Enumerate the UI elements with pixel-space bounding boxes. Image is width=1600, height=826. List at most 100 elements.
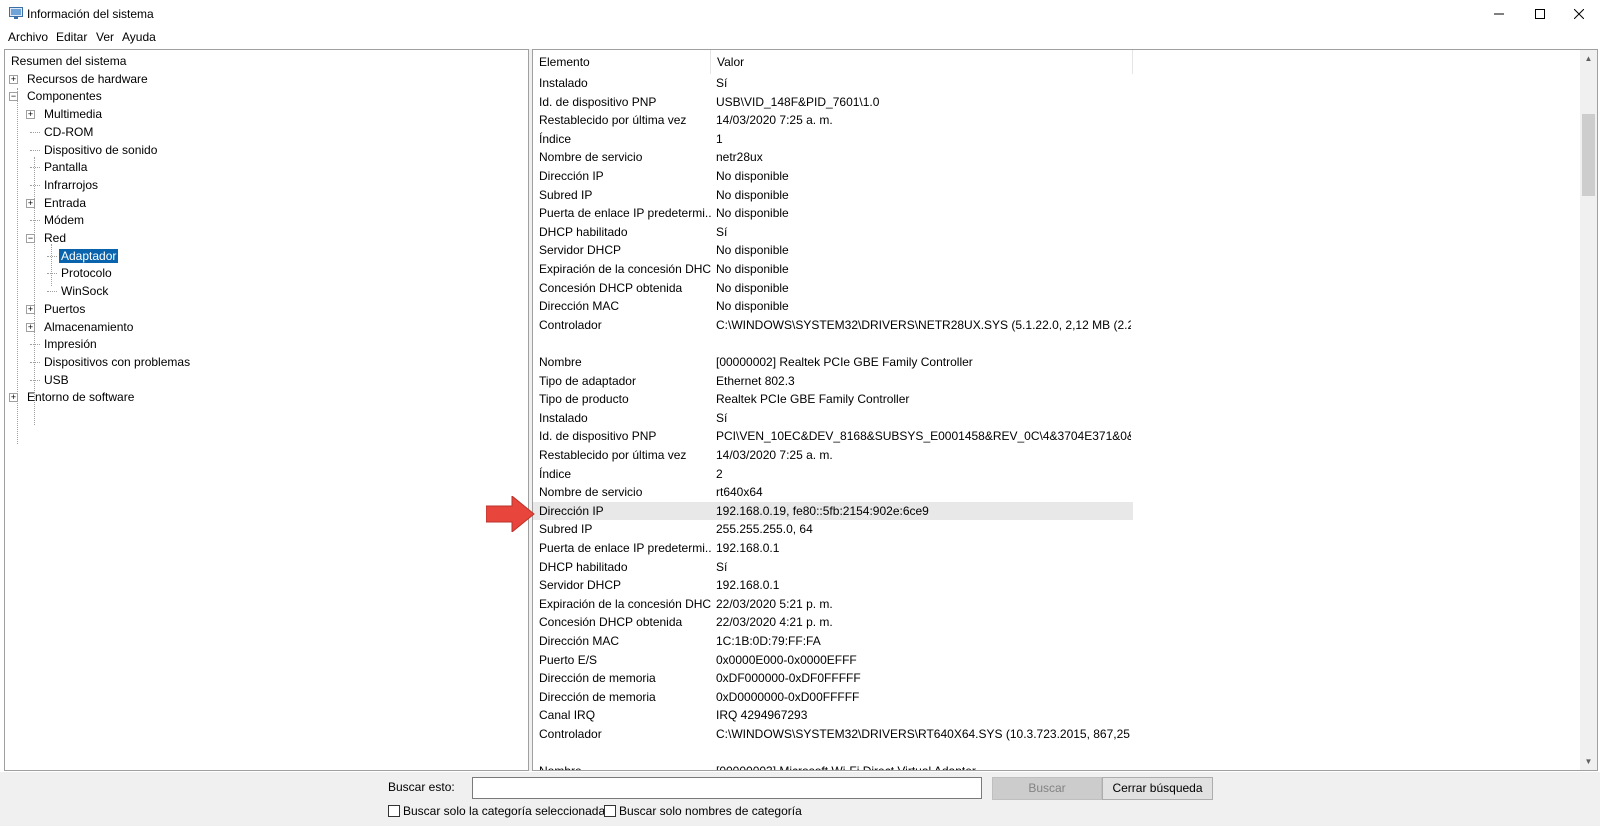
tree-item[interactable]: Impresión: [30, 336, 99, 353]
value-cell: Sí: [716, 224, 728, 239]
search-names-checkbox[interactable]: Buscar solo nombres de categoría: [604, 803, 802, 819]
detail-row[interactable]: Subred IP 255.255.255.0, 64: [533, 520, 1597, 538]
detail-row[interactable]: Concesión DHCP obtenida No disponible: [533, 279, 1597, 297]
search-panel: Buscar esto: Buscar Cerrar búsqueda Busc…: [0, 772, 1600, 826]
tree-item[interactable]: Resumen del sistema: [9, 53, 128, 70]
tree-item[interactable]: + Entrada: [26, 195, 88, 212]
tree-item[interactable]: Dispositivos con problemas: [30, 354, 192, 371]
detail-row[interactable]: Nombre [00000003] Microsoft Wi-Fi Direct …: [533, 762, 1597, 770]
tree-item[interactable]: − Red: [26, 230, 68, 247]
expand-icon[interactable]: +: [26, 198, 35, 208]
detail-row[interactable]: Controlador C:\WINDOWS\SYSTEM32\DRIVERS\N…: [533, 316, 1597, 334]
detail-row[interactable]: Puerta de enlace IP predetermi... No disp…: [533, 204, 1597, 222]
expand-icon[interactable]: +: [26, 322, 35, 332]
tree-item[interactable]: CD-ROM: [30, 124, 95, 141]
element-cell: Índice: [539, 131, 572, 146]
detail-row[interactable]: [533, 744, 1597, 762]
value-cell: 255.255.255.0, 64: [716, 522, 813, 537]
value-cell: No disponible: [716, 280, 789, 295]
detail-row[interactable]: Instalado Sí: [533, 409, 1597, 427]
detail-row[interactable]: Controlador C:\WINDOWS\SYSTEM32\DRIVERS\R…: [533, 725, 1597, 743]
expand-icon[interactable]: +: [9, 393, 18, 403]
detail-row[interactable]: Dirección MAC No disponible: [533, 297, 1597, 315]
detail-row[interactable]: Canal IRQ IRQ 4294967293: [533, 706, 1597, 724]
detail-row[interactable]: DHCP habilitado Sí: [533, 558, 1597, 576]
detail-row[interactable]: Dirección MAC 1C:1B:0D:79:FF:FA: [533, 632, 1597, 650]
value-cell: No disponible: [716, 299, 789, 314]
menu-archivo[interactable]: Archivo: [8, 30, 48, 44]
element-cell: Subred IP: [539, 187, 593, 202]
tree-item[interactable]: Infrarrojos: [30, 177, 100, 194]
detail-row[interactable]: Id. de dispositivo PNP USB\VID_148F&PID_7…: [533, 93, 1597, 111]
detail-row[interactable]: Tipo de adaptador Ethernet 802.3: [533, 372, 1597, 390]
detail-row[interactable]: Dirección de memoria 0xDF000000-0xDF0FFFF…: [533, 669, 1597, 687]
search-category-checkbox[interactable]: Buscar solo la categoría seleccionada: [388, 803, 605, 819]
search-input[interactable]: [472, 777, 982, 799]
detail-row[interactable]: Restablecido por última vez 14/03/2020 7:…: [533, 111, 1597, 129]
collapse-icon[interactable]: −: [9, 92, 18, 102]
detail-row[interactable]: Expiración de la concesión DHCP No dispon…: [533, 260, 1597, 278]
column-header-value[interactable]: Valor: [711, 50, 1133, 74]
close-button[interactable]: [1556, 0, 1600, 28]
detail-row[interactable]: Id. de dispositivo PNP PCI\VEN_10EC&DEV_8…: [533, 427, 1597, 445]
detail-row[interactable]: Restablecido por última vez 14/03/2020 7:…: [533, 446, 1597, 464]
tree-item[interactable]: + Entorno de software: [9, 389, 136, 406]
column-header-element[interactable]: Elemento: [533, 50, 711, 74]
detail-row[interactable]: Índice 1: [533, 130, 1597, 148]
detail-row[interactable]: Dirección IP No disponible: [533, 167, 1597, 185]
element-cell: Concesión DHCP obtenida: [539, 280, 683, 295]
detail-row[interactable]: [533, 334, 1597, 352]
detail-row[interactable]: Servidor DHCP 192.168.0.1: [533, 576, 1597, 594]
detail-row[interactable]: Concesión DHCP obtenida 22/03/2020 4:21 p…: [533, 613, 1597, 631]
category-tree[interactable]: Resumen del sistema + Recursos de hardware…: [4, 49, 529, 771]
detail-row[interactable]: Subred IP No disponible: [533, 186, 1597, 204]
detail-row[interactable]: Índice 2: [533, 465, 1597, 483]
tree-item[interactable]: − Componentes: [9, 88, 104, 105]
tree-item[interactable]: + Recursos de hardware: [9, 71, 150, 88]
minimize-button[interactable]: [1476, 0, 1522, 28]
scroll-down-icon[interactable]: ▼: [1580, 753, 1597, 770]
detail-row[interactable]: Nombre [00000002] Realtek PCIe GBE Family…: [533, 353, 1597, 371]
tree-item[interactable]: + Puertos: [26, 301, 87, 318]
expand-icon[interactable]: +: [26, 110, 35, 120]
tree-item-label: Entrada: [44, 195, 87, 210]
tree-item[interactable]: Protocolo: [47, 265, 114, 282]
tree-item[interactable]: Módem: [30, 212, 86, 229]
detail-row[interactable]: Instalado Sí: [533, 74, 1597, 92]
tree-item-label: Componentes: [27, 89, 102, 104]
find-button[interactable]: Buscar: [992, 777, 1102, 800]
detail-row[interactable]: Dirección de memoria 0xD0000000-0xD00FFFF…: [533, 688, 1597, 706]
vertical-scrollbar[interactable]: ▲ ▼: [1580, 50, 1597, 770]
menu-ver[interactable]: Ver: [96, 30, 114, 44]
detail-row[interactable]: Nombre de servicio rt640x64: [533, 483, 1597, 501]
details-list[interactable]: Elemento Valor Instalado Sí Id. de disposi…: [532, 49, 1598, 771]
menu-editar[interactable]: Editar: [56, 30, 87, 44]
detail-row[interactable]: Puerto E/S 0x0000E000-0x0000EFFF: [533, 651, 1597, 669]
collapse-icon[interactable]: −: [26, 234, 35, 243]
close-search-button[interactable]: Cerrar búsqueda: [1102, 777, 1213, 800]
expand-icon[interactable]: +: [9, 74, 18, 84]
scroll-thumb[interactable]: [1582, 114, 1595, 196]
tree-line: [47, 291, 57, 293]
tree-item[interactable]: Adaptador: [47, 248, 119, 265]
detail-row[interactable]: Tipo de producto Realtek PCIe GBE Family …: [533, 390, 1597, 408]
tree-item[interactable]: USB: [30, 372, 71, 389]
menu-ayuda[interactable]: Ayuda: [122, 30, 156, 44]
tree-item[interactable]: + Multimedia: [26, 106, 104, 123]
detail-row[interactable]: DHCP habilitado Sí: [533, 223, 1597, 241]
tree-item[interactable]: Dispositivo de sonido: [30, 142, 159, 159]
detail-row[interactable]: Servidor DHCP No disponible: [533, 241, 1597, 259]
checkbox-box[interactable]: [388, 805, 400, 817]
element-cell: Nombre: [539, 762, 711, 770]
expand-icon[interactable]: +: [26, 304, 35, 314]
detail-row[interactable]: Expiración de la concesión DHCP 22/03/202…: [533, 595, 1597, 613]
checkbox-box[interactable]: [604, 805, 616, 817]
detail-row[interactable]: Nombre de servicio netr28ux: [533, 148, 1597, 166]
element-cell: Dirección MAC: [539, 634, 620, 648]
tree-item[interactable]: Pantalla: [30, 159, 89, 176]
tree-item[interactable]: + Almacenamiento: [26, 319, 135, 336]
scroll-up-icon[interactable]: ▲: [1580, 50, 1597, 67]
detail-row[interactable]: Puerta de enlace IP predetermi... 192.168…: [533, 539, 1597, 557]
detail-row[interactable]: Dirección IP 192.168.0.19, fe80::5fb:2154…: [533, 501, 1133, 520]
tree-item[interactable]: WinSock: [47, 283, 110, 300]
